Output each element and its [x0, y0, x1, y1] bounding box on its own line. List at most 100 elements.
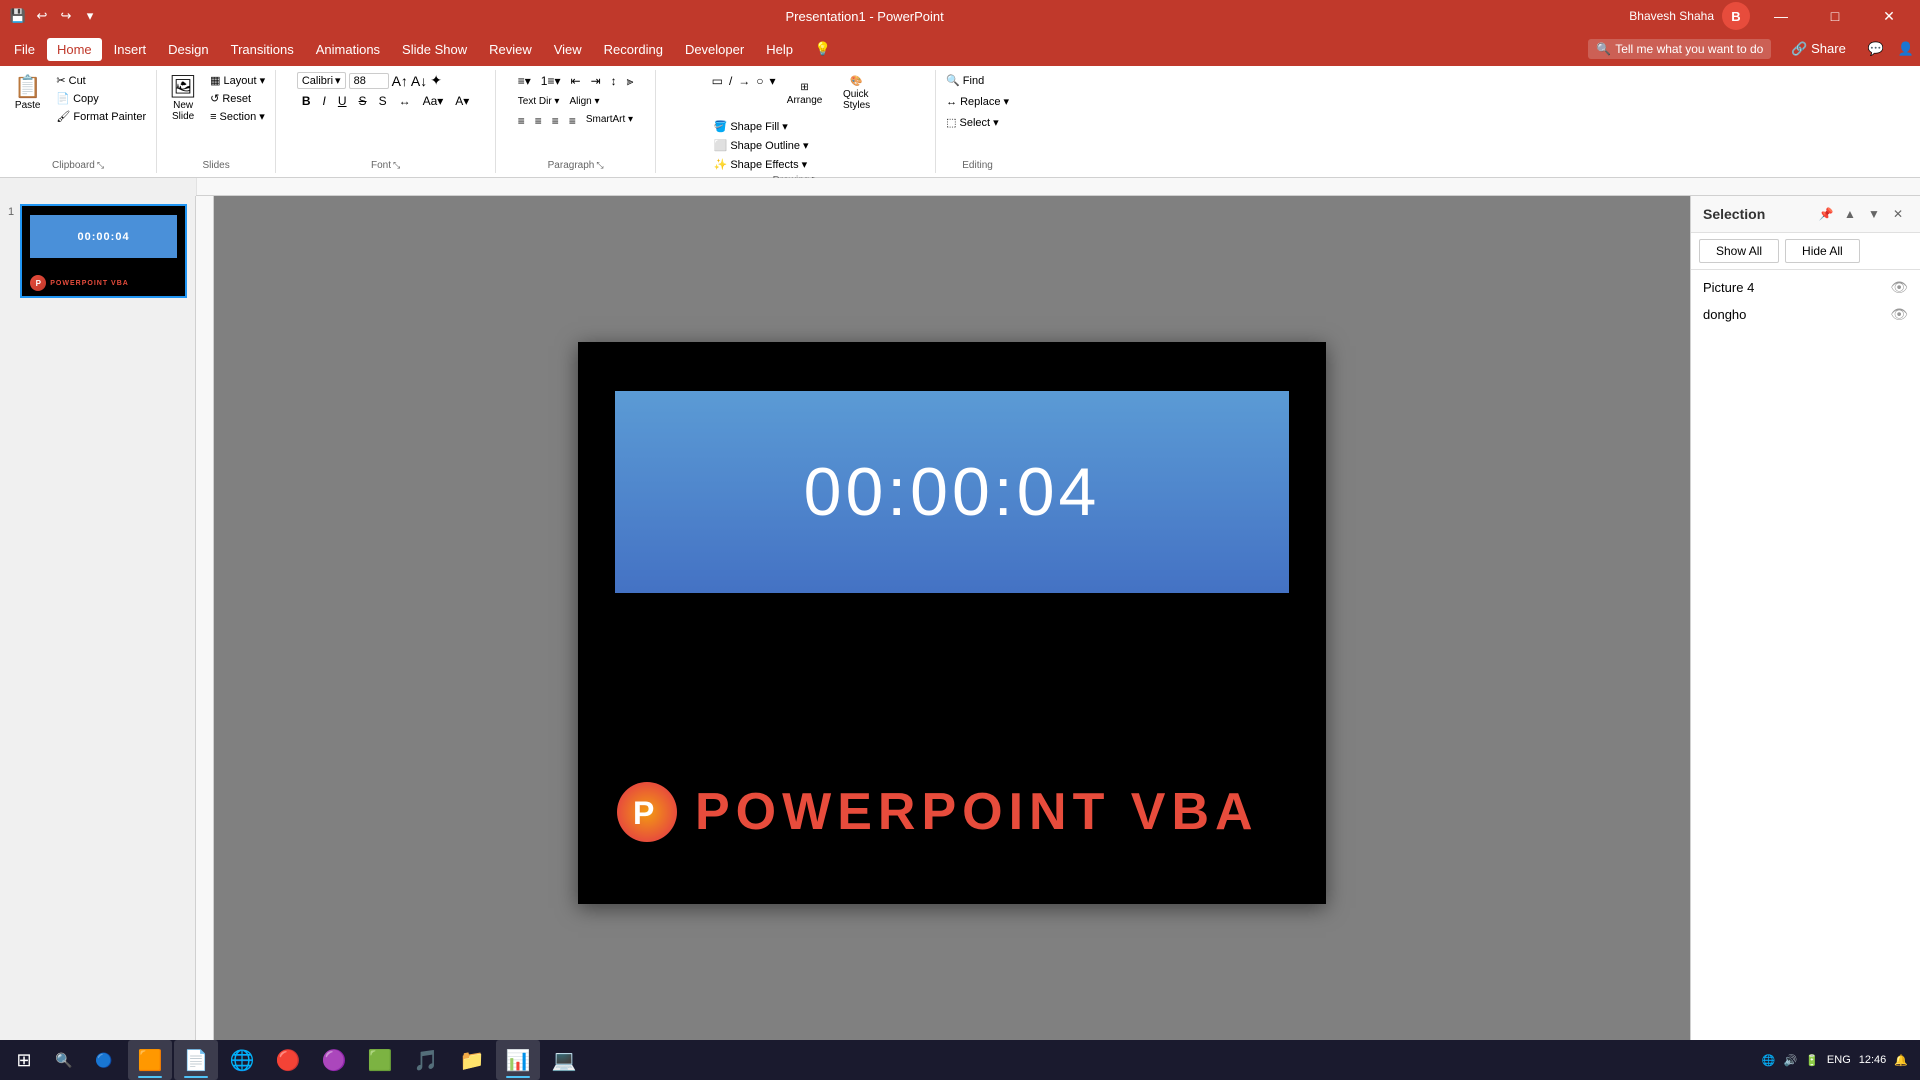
taskbar-time[interactable]: 12:46: [1859, 1054, 1887, 1066]
menu-home[interactable]: Home: [47, 38, 102, 61]
selection-item-picture4[interactable]: Picture 4 👁: [1691, 274, 1920, 301]
shape-effects-button[interactable]: ✨ Shape Effects ▾: [710, 156, 813, 173]
canvas-area[interactable]: 00:00:04 P POWERPOINT VBA: [214, 196, 1690, 1050]
shape-outline-button[interactable]: ⬜ Shape Outline ▾: [710, 137, 813, 154]
minimize-button[interactable]: —: [1758, 0, 1804, 32]
select-button[interactable]: ⬚ Select ▾: [942, 114, 1003, 131]
align-left-button[interactable]: ≡: [514, 112, 529, 130]
menu-insert[interactable]: Insert: [104, 38, 157, 61]
paragraph-expand-icon[interactable]: ⤡: [596, 160, 603, 171]
layout-button[interactable]: ▦ Layout ▾: [206, 72, 269, 89]
eye-icon-1[interactable]: 👁: [1890, 279, 1908, 296]
align-right-button[interactable]: ≡: [548, 112, 563, 130]
clear-format-icon[interactable]: ✦: [430, 72, 442, 89]
clipboard-expand-icon[interactable]: ⤡: [97, 160, 104, 171]
shadow-button[interactable]: S: [374, 92, 392, 110]
menu-recording[interactable]: Recording: [594, 38, 673, 61]
taskbar-app-8[interactable]: 📁: [450, 1040, 494, 1080]
close-button[interactable]: ✕: [1866, 0, 1912, 32]
increase-font-icon[interactable]: A↑: [392, 73, 408, 89]
bullets-button[interactable]: ≡▾: [514, 72, 535, 91]
bold-button[interactable]: B: [297, 92, 316, 110]
font-expand-icon[interactable]: ⤡: [393, 160, 400, 171]
profile-icon[interactable]: 👤: [1896, 39, 1916, 59]
taskbar-app-chrome[interactable]: 🌐: [220, 1040, 264, 1080]
quick-styles-button[interactable]: 🎨 QuickStyles: [832, 72, 882, 115]
arrange-button[interactable]: ⊞ Arrange: [780, 72, 830, 115]
case-button[interactable]: Aa▾: [418, 92, 449, 110]
shape-oval-icon[interactable]: ○: [754, 72, 765, 115]
undo-icon[interactable]: ↩: [32, 6, 52, 26]
share-button[interactable]: 🔗 Share: [1781, 37, 1856, 61]
taskbar-search-button[interactable]: 🔍: [44, 1040, 84, 1080]
menu-view[interactable]: View: [544, 38, 592, 61]
font-name-selector[interactable]: Calibri ▾: [297, 72, 346, 89]
font-color-button[interactable]: A▾: [450, 92, 474, 110]
shape-rect-icon[interactable]: ▭: [710, 72, 725, 115]
menu-help[interactable]: Help: [756, 38, 803, 61]
user-avatar[interactable]: B: [1722, 2, 1750, 30]
find-button[interactable]: 🔍 Find: [942, 72, 988, 89]
taskbar-app-pptquiz[interactable]: 🟧: [128, 1040, 172, 1080]
eye-icon-2[interactable]: 👁: [1890, 306, 1908, 323]
replace-button[interactable]: ↔ Replace ▾: [942, 93, 1013, 110]
maximize-button[interactable]: □: [1812, 0, 1858, 32]
menu-design[interactable]: Design: [158, 38, 218, 61]
underline-button[interactable]: U: [333, 92, 352, 110]
shape-line-icon[interactable]: /: [727, 72, 734, 115]
copy-button[interactable]: 📄 Copy: [52, 90, 150, 107]
align-text-button[interactable]: Align ▾: [565, 94, 603, 109]
hide-all-button[interactable]: Hide All: [1785, 239, 1860, 263]
panel-pin-button[interactable]: 📌: [1816, 204, 1836, 224]
menu-animations[interactable]: Animations: [306, 38, 390, 61]
numbering-button[interactable]: 1≡▾: [537, 72, 565, 91]
taskbar-app-5[interactable]: 🟣: [312, 1040, 356, 1080]
redo-icon[interactable]: ↪: [56, 6, 76, 26]
menu-file[interactable]: File: [4, 38, 45, 61]
strikethrough-button[interactable]: S: [354, 92, 372, 110]
paste-button[interactable]: 📋 Paste: [6, 72, 49, 115]
text-direction-button[interactable]: Text Dir ▾: [514, 94, 564, 109]
taskbar-app-unlocking[interactable]: 📄: [174, 1040, 218, 1080]
menu-transitions[interactable]: Transitions: [221, 38, 304, 61]
new-slide-button[interactable]: 🖼 NewSlide: [163, 72, 203, 126]
shape-arrow-icon[interactable]: →: [736, 72, 752, 115]
panel-down-button[interactable]: ▼: [1864, 204, 1884, 224]
panel-up-button[interactable]: ▲: [1840, 204, 1860, 224]
shape-fill-button[interactable]: 🪣 Shape Fill ▾: [710, 118, 813, 135]
panel-close-button[interactable]: ✕: [1888, 204, 1908, 224]
taskbar-app-6[interactable]: 🟩: [358, 1040, 402, 1080]
shape-more-icon[interactable]: ▾: [768, 72, 778, 115]
show-all-button[interactable]: Show All: [1699, 239, 1779, 263]
columns-button[interactable]: ⫸: [623, 72, 638, 91]
comments-icon[interactable]: 💬: [1858, 37, 1894, 61]
selection-item-dongho[interactable]: dongho 👁: [1691, 301, 1920, 328]
ribbon-search[interactable]: 🔍 Tell me what you want to do: [1588, 39, 1771, 59]
format-painter-button[interactable]: 🖌 Format Painter: [52, 108, 150, 125]
spacing-button[interactable]: ↔: [394, 92, 416, 110]
taskbar-battery-icon[interactable]: 🔋: [1805, 1054, 1819, 1067]
smartart-button[interactable]: SmartArt ▾: [582, 112, 637, 130]
taskbar-volume-icon[interactable]: 🔊: [1784, 1054, 1798, 1067]
taskbar-app-7[interactable]: 🎵: [404, 1040, 448, 1080]
indent-more-button[interactable]: ⇥: [587, 72, 605, 91]
taskbar-app-vba[interactable]: 💻: [542, 1040, 586, 1080]
customize-icon[interactable]: ▾: [80, 6, 100, 26]
taskbar-app-presentation[interactable]: 📊: [496, 1040, 540, 1080]
decrease-font-icon[interactable]: A↓: [411, 73, 427, 89]
menu-review[interactable]: Review: [479, 38, 542, 61]
justify-button[interactable]: ≡: [565, 112, 580, 130]
cut-button[interactable]: ✂ Cut: [52, 72, 150, 89]
slide-thumbnail[interactable]: 00:00:04 P POWERPOINT VBA: [20, 204, 187, 298]
align-center-button[interactable]: ≡: [531, 112, 546, 130]
taskbar-cortana-button[interactable]: 🔵: [84, 1040, 124, 1080]
taskbar-network-icon[interactable]: 🌐: [1762, 1054, 1776, 1067]
taskbar-app-4[interactable]: 🔴: [266, 1040, 310, 1080]
taskbar-notification-icon[interactable]: 🔔: [1894, 1054, 1908, 1067]
italic-button[interactable]: I: [318, 92, 331, 110]
indent-less-button[interactable]: ⇤: [567, 72, 585, 91]
line-spacing-button[interactable]: ↕: [607, 72, 621, 91]
reset-button[interactable]: ↺ Reset: [206, 90, 269, 107]
section-button[interactable]: ≡ Section ▾: [206, 108, 269, 125]
font-size-box[interactable]: 88: [349, 73, 389, 89]
